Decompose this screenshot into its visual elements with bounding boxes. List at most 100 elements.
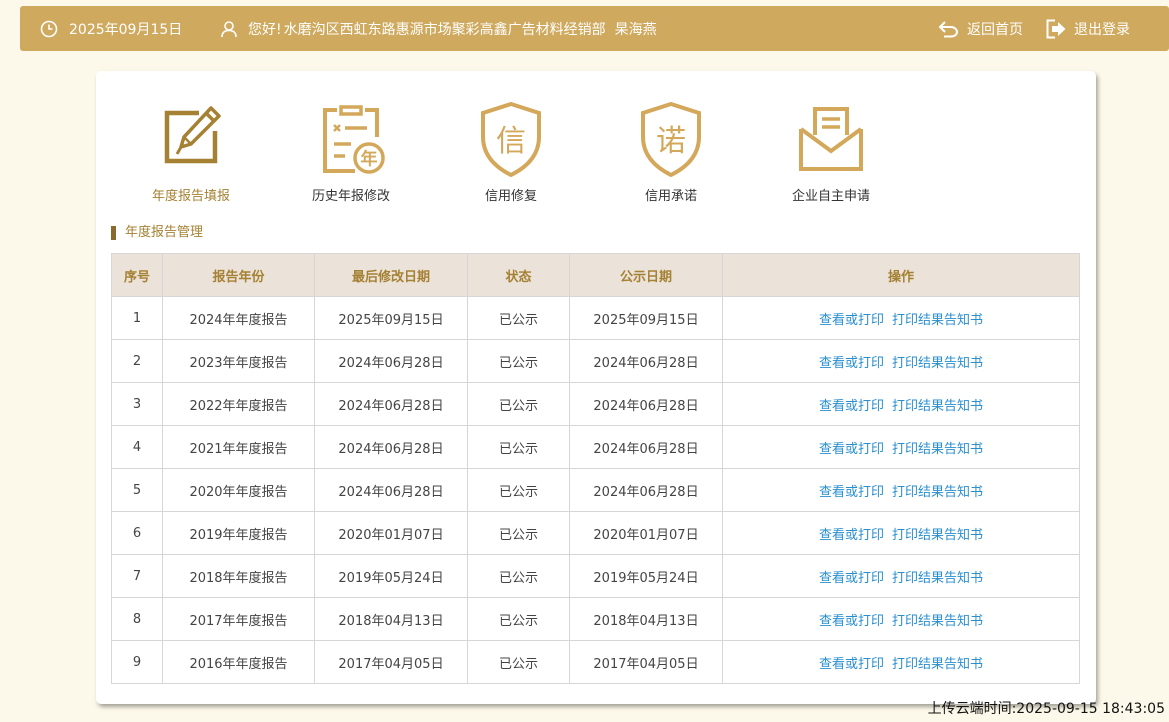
- cell-no: 4: [111, 425, 163, 469]
- cell-last-modified: 2018年04月13日: [314, 597, 468, 641]
- cell-status: 已公示: [467, 640, 570, 684]
- print-result-notice-link[interactable]: 打印结果告知书: [892, 313, 983, 328]
- cell-actions: 查看或打印 打印结果告知书: [722, 468, 1080, 512]
- print-result-notice-link[interactable]: 打印结果告知书: [892, 528, 983, 543]
- credit-glyph: 信: [496, 124, 526, 159]
- print-result-notice-link[interactable]: 打印结果告知书: [892, 442, 983, 457]
- cell-no: 5: [111, 468, 163, 512]
- cell-status: 已公示: [467, 339, 570, 383]
- view-print-link[interactable]: 查看或打印: [819, 485, 884, 500]
- annual-report-table: 序号 报告年份 最后修改日期 状态 公示日期 操作 1 2024年年度报告 2025…: [111, 253, 1080, 684]
- header-actions: 操作: [722, 253, 1080, 297]
- view-print-link[interactable]: 查看或打印: [819, 442, 884, 457]
- shield-credit-icon: 信: [431, 99, 591, 179]
- cell-last-modified: 2020年01月07日: [314, 511, 468, 555]
- return-icon: [938, 20, 959, 38]
- cell-published-date: 2024年06月28日: [569, 468, 723, 512]
- cell-published-date: 2024年06月28日: [569, 339, 723, 383]
- cell-last-modified: 2025年09月15日: [314, 296, 468, 340]
- header-last-modified: 最后修改日期: [314, 253, 468, 297]
- cell-status: 已公示: [467, 296, 570, 340]
- logout-label: 退出登录: [1074, 21, 1130, 38]
- view-print-link[interactable]: 查看或打印: [819, 528, 884, 543]
- edit-form-icon: [111, 99, 271, 171]
- user-icon: [220, 20, 238, 38]
- table-row: 3 2022年年度报告 2024年06月28日 已公示 2024年06月28日 查看或打印…: [111, 382, 1080, 426]
- top-bar: 2025年09月15日 您好! 水磨沟区西虹东路惠源市场聚彩高鑫广告材料经销部 …: [20, 6, 1169, 51]
- cell-no: 9: [111, 640, 163, 684]
- cell-no: 8: [111, 597, 163, 641]
- table-row: 1 2024年年度报告 2025年09月15日 已公示 2025年09月15日 查看或打印…: [111, 296, 1080, 340]
- print-result-notice-link[interactable]: 打印结果告知书: [892, 657, 983, 672]
- logout-button[interactable]: 退出登录: [1045, 6, 1130, 51]
- table-row: 7 2018年年度报告 2019年05月24日 已公示 2019年05月24日 查看或打印…: [111, 554, 1080, 598]
- user-name: 杲海燕: [614, 21, 657, 38]
- cell-published-date: 2017年04月05日: [569, 640, 723, 684]
- envelope-icon: [751, 99, 911, 179]
- cell-actions: 查看或打印 打印结果告知书: [722, 296, 1080, 340]
- date-display: 2025年09月15日: [40, 6, 182, 51]
- clipboard-year-icon: 年: [271, 99, 431, 179]
- cell-actions: 查看或打印 打印结果告知书: [722, 597, 1080, 641]
- function-label: 信用承诺: [644, 189, 697, 204]
- header-report-year: 报告年份: [162, 253, 315, 297]
- cell-status: 已公示: [467, 597, 570, 641]
- current-date: 2025年09月15日: [69, 21, 183, 38]
- cell-no: 6: [111, 511, 163, 555]
- cell-published-date: 2025年09月15日: [569, 296, 723, 340]
- print-result-notice-link[interactable]: 打印结果告知书: [892, 356, 983, 371]
- print-result-notice-link[interactable]: 打印结果告知书: [892, 614, 983, 629]
- function-history-report-edit[interactable]: 年 历史年报修改: [271, 99, 431, 204]
- table-row: 5 2020年年度报告 2024年06月28日 已公示 2024年06月28日 查看或打印…: [111, 468, 1080, 512]
- view-print-link[interactable]: 查看或打印: [819, 571, 884, 586]
- table-row: 4 2021年年度报告 2024年06月28日 已公示 2024年06月28日 查看或打印…: [111, 425, 1080, 469]
- function-credit-repair[interactable]: 信 信用修复: [431, 99, 591, 204]
- upload-time: 上传云端时间:2025-09-15 18:43:05: [927, 701, 1165, 717]
- promise-glyph: 诺: [656, 124, 686, 159]
- function-label: 年度报告填报: [151, 189, 230, 204]
- cell-report-year: 2019年年度报告: [162, 511, 315, 555]
- return-home-button[interactable]: 返回首页: [938, 6, 1023, 51]
- cell-status: 已公示: [467, 425, 570, 469]
- view-print-link[interactable]: 查看或打印: [819, 399, 884, 414]
- cell-actions: 查看或打印 打印结果告知书: [722, 511, 1080, 555]
- header-published-date: 公示日期: [569, 253, 723, 297]
- view-print-link[interactable]: 查看或打印: [819, 356, 884, 371]
- return-home-label: 返回首页: [967, 21, 1023, 38]
- table-row: 2 2023年年度报告 2024年06月28日 已公示 2024年06月28日 查看或打印…: [111, 339, 1080, 383]
- function-enterprise-apply[interactable]: 企业自主申请: [751, 99, 911, 204]
- header-status: 状态: [467, 253, 570, 297]
- cell-actions: 查看或打印 打印结果告知书: [722, 554, 1080, 598]
- print-result-notice-link[interactable]: 打印结果告知书: [892, 571, 983, 586]
- cell-report-year: 2017年年度报告: [162, 597, 315, 641]
- print-result-notice-link[interactable]: 打印结果告知书: [892, 485, 983, 500]
- cell-report-year: 2023年年度报告: [162, 339, 315, 383]
- cell-no: 7: [111, 554, 163, 598]
- shield-promise-icon: 诺: [591, 99, 751, 179]
- view-print-link[interactable]: 查看或打印: [819, 657, 884, 672]
- cell-report-year: 2022年年度报告: [162, 382, 315, 426]
- table-row: 8 2017年年度报告 2018年04月13日 已公示 2018年04月13日 查看或打印…: [111, 597, 1080, 641]
- logout-icon: [1045, 19, 1067, 39]
- view-print-link[interactable]: 查看或打印: [819, 614, 884, 629]
- view-print-link[interactable]: 查看或打印: [819, 313, 884, 328]
- cell-report-year: 2020年年度报告: [162, 468, 315, 512]
- print-result-notice-link[interactable]: 打印结果告知书: [892, 399, 983, 414]
- cell-no: 3: [111, 382, 163, 426]
- function-credit-promise[interactable]: 诺 信用承诺: [591, 99, 751, 204]
- function-annual-report-fill[interactable]: 年度报告填报: [111, 99, 271, 204]
- header-no: 序号: [111, 253, 163, 297]
- table-row: 9 2016年年度报告 2017年04月05日 已公示 2017年04月05日 查看或打印…: [111, 640, 1080, 684]
- function-label: 信用修复: [484, 189, 537, 204]
- cell-status: 已公示: [467, 382, 570, 426]
- year-badge-text: 年: [361, 149, 378, 170]
- cell-last-modified: 2019年05月24日: [314, 554, 468, 598]
- cell-last-modified: 2024年06月28日: [314, 339, 468, 383]
- cell-status: 已公示: [467, 554, 570, 598]
- cell-report-year: 2024年年度报告: [162, 296, 315, 340]
- cell-status: 已公示: [467, 511, 570, 555]
- greeting-text: 您好!: [248, 21, 282, 38]
- cell-no: 1: [111, 296, 163, 340]
- cell-last-modified: 2017年04月05日: [314, 640, 468, 684]
- cell-published-date: 2020年01月07日: [569, 511, 723, 555]
